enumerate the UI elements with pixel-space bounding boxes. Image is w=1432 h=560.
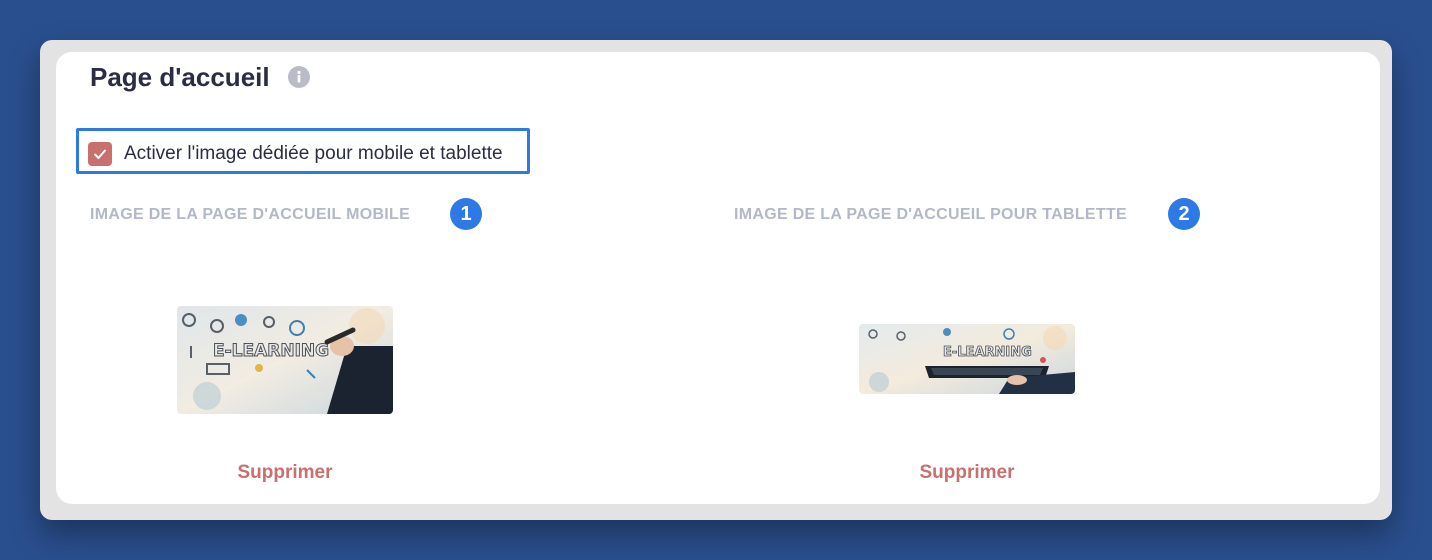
tablet-image-preview[interactable]: E-LEARNING (859, 324, 1075, 394)
mobile-image-preview[interactable]: E-LEARNING (177, 306, 393, 414)
tablet-image-heading: IMAGE DE LA PAGE D'ACCUEIL POUR TABLETTE (734, 206, 1127, 223)
mobile-delete-link[interactable]: Supprimer (135, 462, 435, 484)
section-title: Page d'accueil (90, 62, 270, 92)
mobile-image-caption: E-LEARNING (213, 341, 329, 361)
dialog-frame: Page d'accueil Activer l'image dédiée po… (40, 40, 1392, 520)
mobile-step-badge: 1 (450, 198, 482, 230)
mobile-tablet-image-checkbox[interactable] (88, 142, 112, 166)
checkmark-icon (94, 149, 106, 159)
checkbox-label[interactable]: Activer l'image dédiée pour mobile et ta… (124, 143, 503, 165)
tablet-delete-link[interactable]: Supprimer (817, 462, 1117, 484)
tablet-image-caption: E-LEARNING (943, 345, 1032, 360)
tablet-step-badge: 2 (1168, 198, 1200, 230)
settings-card: Page d'accueil Activer l'image dédiée po… (56, 52, 1380, 504)
mobile-image-heading: IMAGE DE LA PAGE D'ACCUEIL MOBILE (90, 206, 411, 223)
info-icon[interactable] (288, 66, 310, 88)
